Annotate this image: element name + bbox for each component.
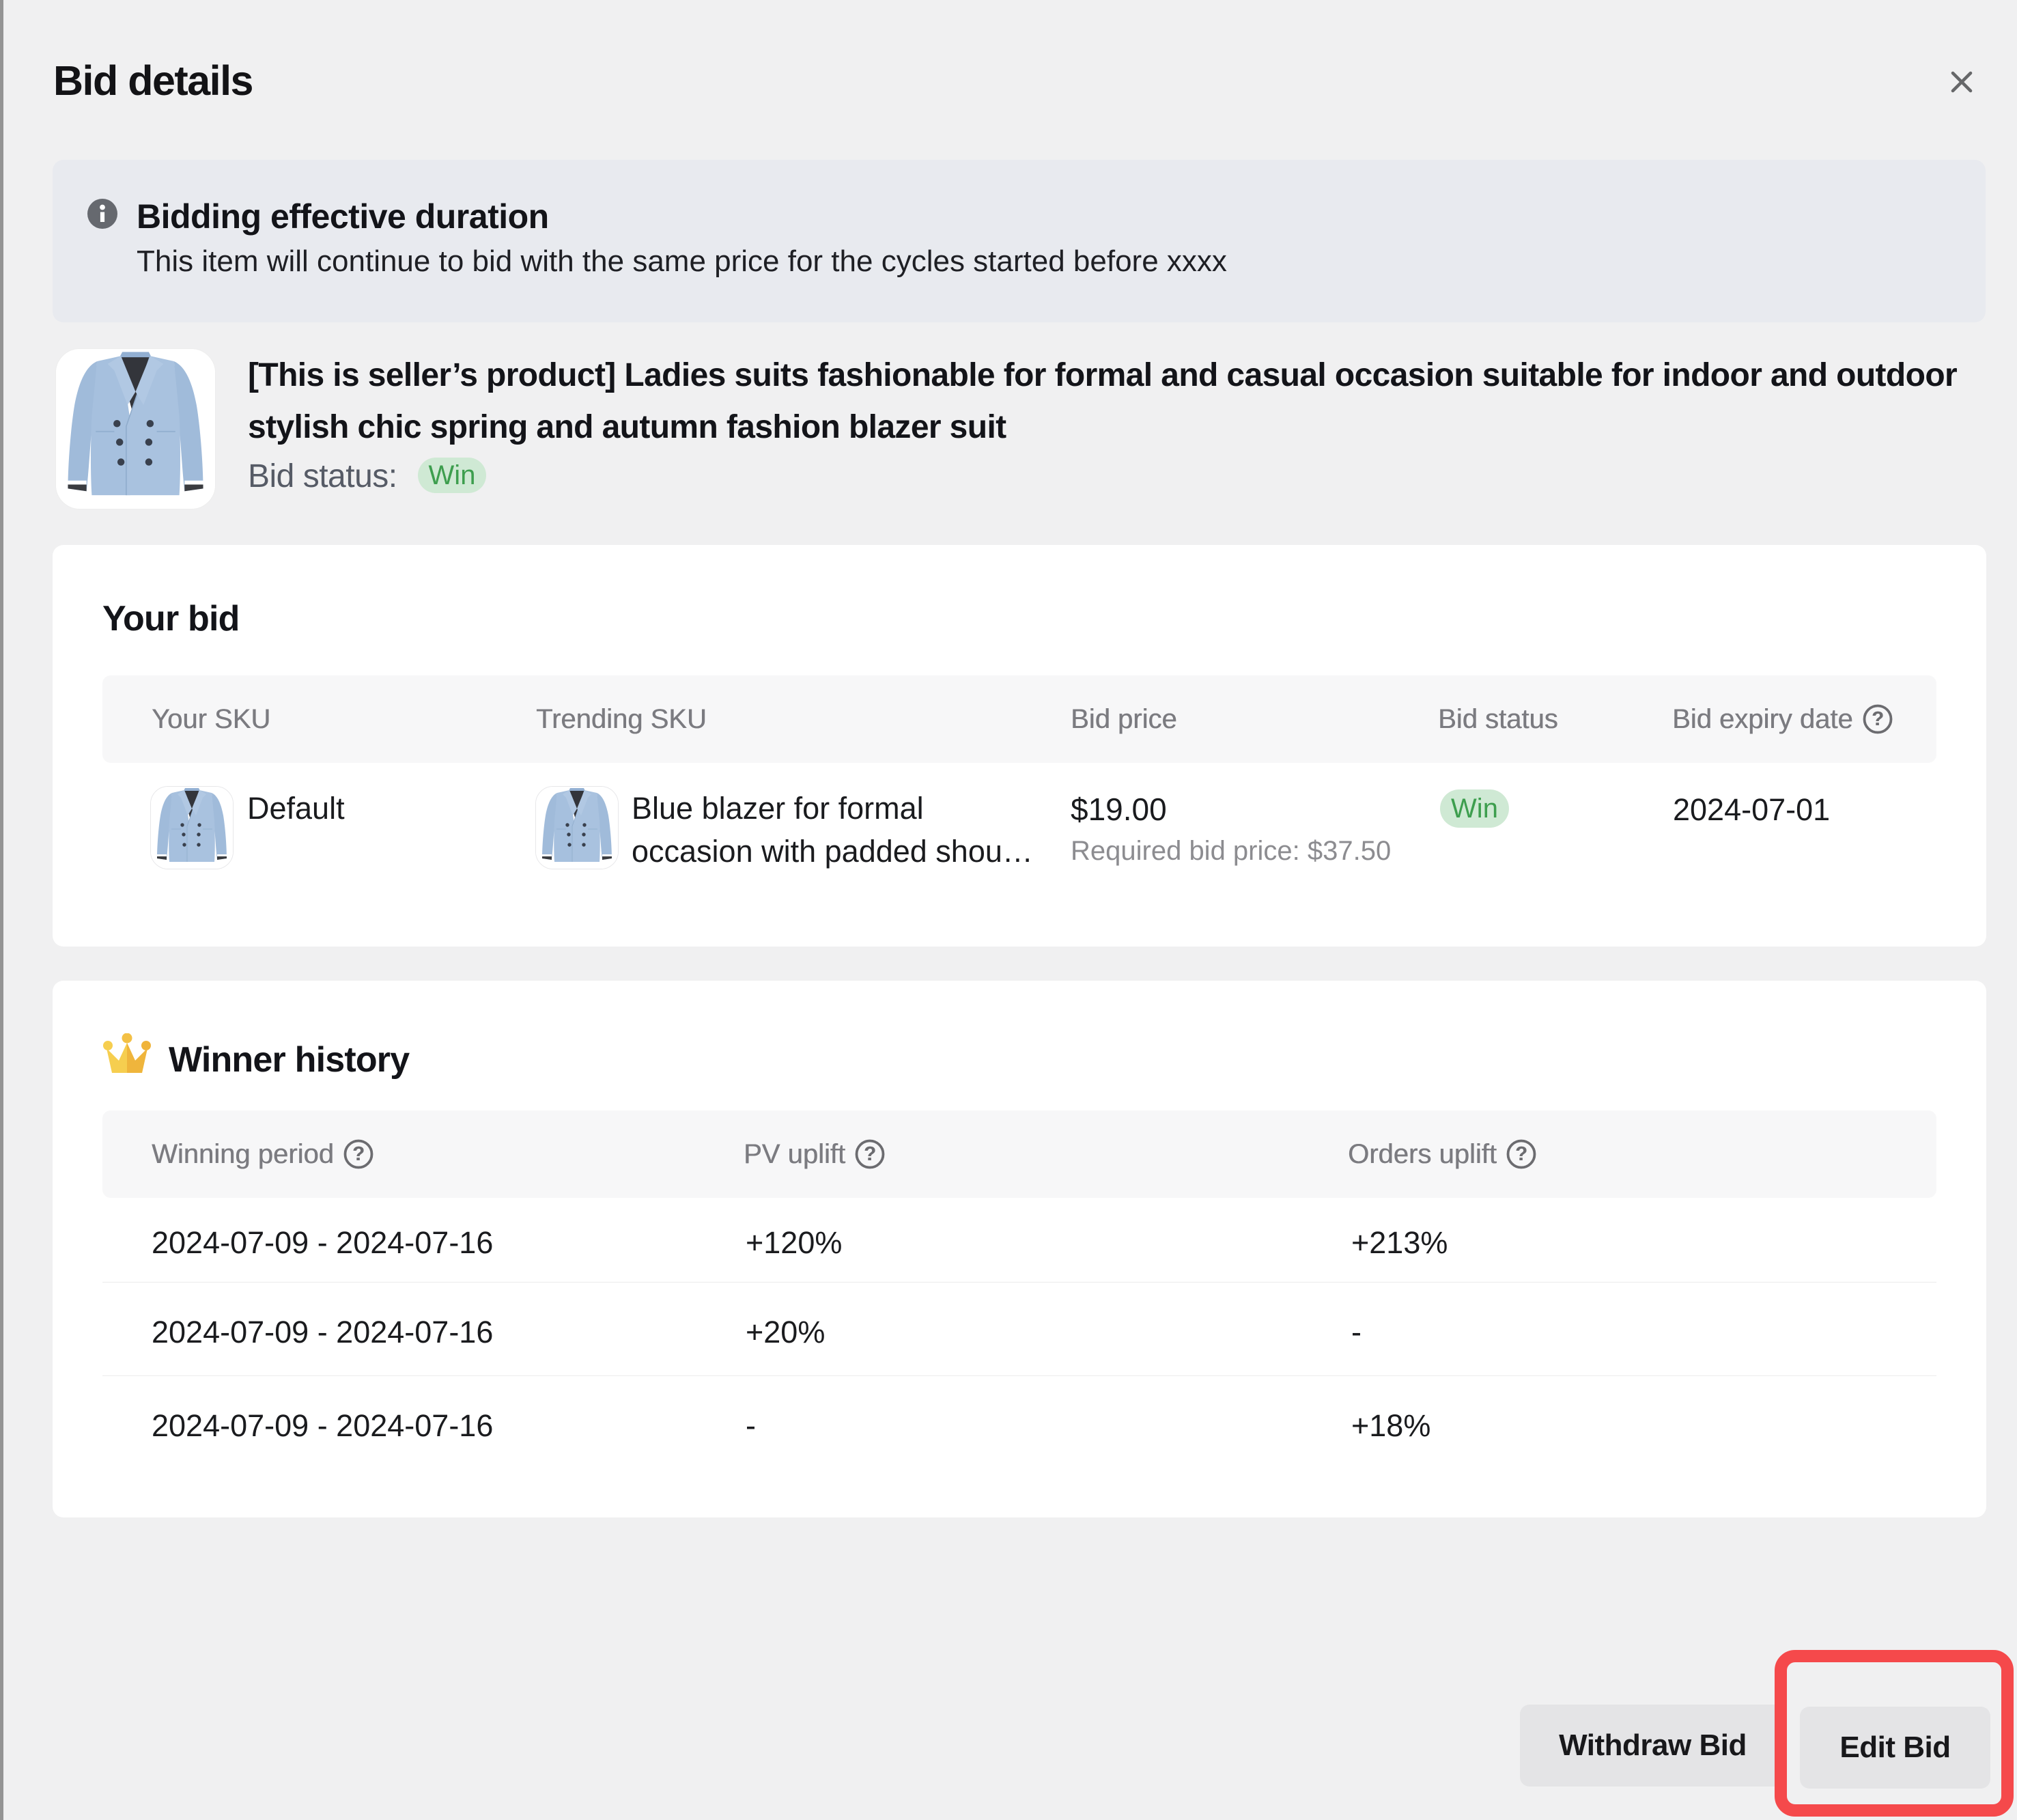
svg-text:?: ? (864, 1143, 876, 1165)
svg-text:?: ? (352, 1143, 365, 1165)
svg-text:?: ? (1515, 1143, 1527, 1165)
svg-text:?: ? (1872, 708, 1884, 730)
